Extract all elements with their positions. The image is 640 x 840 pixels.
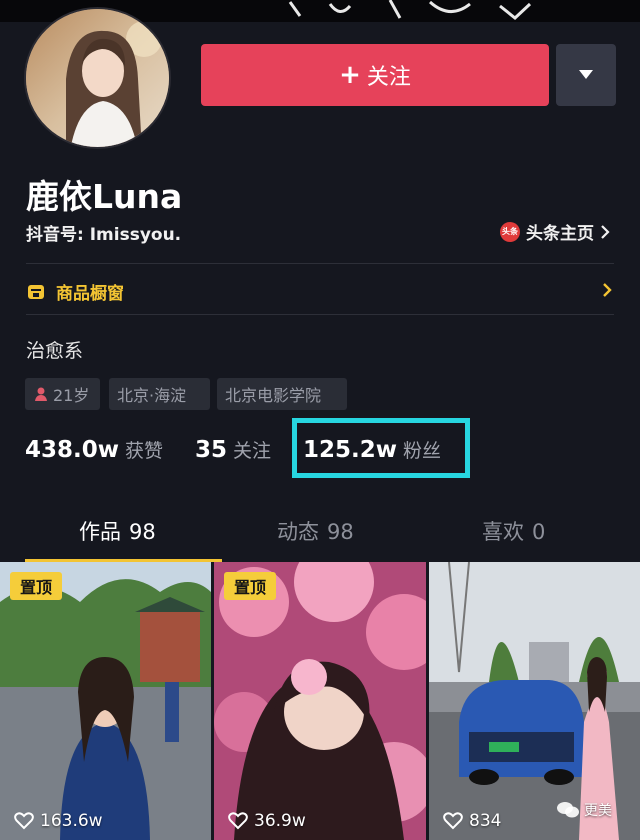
more-dropdown-button[interactable]: [556, 44, 616, 106]
video-thumbnail-1[interactable]: 置顶 163.6w: [0, 562, 211, 840]
fans-highlight-box: [292, 418, 470, 478]
chevron-right-icon: [601, 224, 610, 239]
follow-label: 关注: [366, 65, 411, 90]
video-thumbnail-image: [0, 562, 211, 840]
watermark: 更美: [557, 800, 612, 820]
video-like-label: 163.6w: [40, 811, 103, 831]
video-thumbnail-image: [214, 562, 426, 840]
shop-window-link[interactable]: 商品橱窗: [26, 279, 124, 304]
tab-works-label: 作品: [79, 520, 121, 544]
shop-chevron-right-icon: [603, 283, 612, 297]
watermark-label: 更美: [584, 803, 612, 819]
toutiao-link-label: 头条主页: [526, 224, 594, 244]
divider: [26, 314, 614, 315]
location-label: 北京·海淀: [117, 386, 187, 405]
toutiao-logo-icon: 头条: [500, 221, 520, 242]
following-count: 35: [195, 437, 228, 463]
likes-stat: 438.0w 获赞: [25, 436, 163, 463]
video-like-label: 36.9w: [254, 811, 306, 831]
following-stat[interactable]: 35 关注: [195, 436, 271, 463]
wechat-icon: [557, 802, 579, 818]
pinned-badge: 置顶: [10, 572, 63, 600]
location-tag: 北京·海淀: [109, 378, 210, 410]
shop-window-label: 商品橱窗: [56, 284, 124, 304]
likes-label: 获赞: [125, 440, 164, 462]
age-tag: 21岁: [25, 378, 100, 410]
profile-name: 鹿依Luna: [26, 177, 183, 216]
tab-likes[interactable]: 喜欢 0: [482, 516, 545, 546]
avatar-photo: [26, 9, 169, 147]
avatar[interactable]: [24, 7, 171, 149]
school-tag: 北京电影学院: [217, 378, 347, 410]
video-thumbnail-2[interactable]: 置顶 36.9w: [214, 562, 426, 840]
video-thumbnail-image: [429, 562, 640, 840]
school-label: 北京电影学院: [225, 386, 322, 405]
divider: [26, 263, 614, 264]
video-like-count: 834: [443, 811, 501, 831]
shop-icon: [28, 284, 44, 299]
tab-activity-count: 98: [327, 520, 354, 544]
douyin-id: 抖音号: Imissyou.: [26, 225, 182, 245]
bio: 治愈系: [26, 340, 84, 362]
following-label: 关注: [233, 440, 272, 462]
tab-activity-label: 动态: [277, 520, 319, 544]
follow-button[interactable]: + 关注: [201, 44, 549, 106]
plus-icon: +: [339, 60, 361, 90]
heart-icon: [228, 812, 248, 830]
video-like-count: 36.9w: [228, 811, 306, 831]
banner-handwriting: [288, 0, 532, 20]
person-icon: [35, 387, 47, 401]
tab-activity[interactable]: 动态 98: [277, 516, 354, 546]
tab-likes-label: 喜欢: [482, 520, 524, 544]
likes-count: 438.0w: [25, 437, 119, 463]
heart-icon: [443, 812, 463, 830]
age-label: 21岁: [53, 386, 90, 405]
dropdown-triangle-icon: [579, 70, 593, 79]
video-like-label: 834: [469, 811, 502, 831]
tab-works[interactable]: 作品 98: [79, 516, 156, 546]
pinned-badge: 置顶: [224, 572, 277, 600]
video-thumbnail-3[interactable]: 834: [429, 562, 640, 840]
tab-works-count: 98: [129, 520, 156, 544]
heart-icon: [14, 812, 34, 830]
toutiao-homepage-link[interactable]: 头条 头条主页: [500, 219, 610, 244]
video-like-count: 163.6w: [14, 811, 103, 831]
tab-likes-count: 0: [532, 520, 546, 544]
